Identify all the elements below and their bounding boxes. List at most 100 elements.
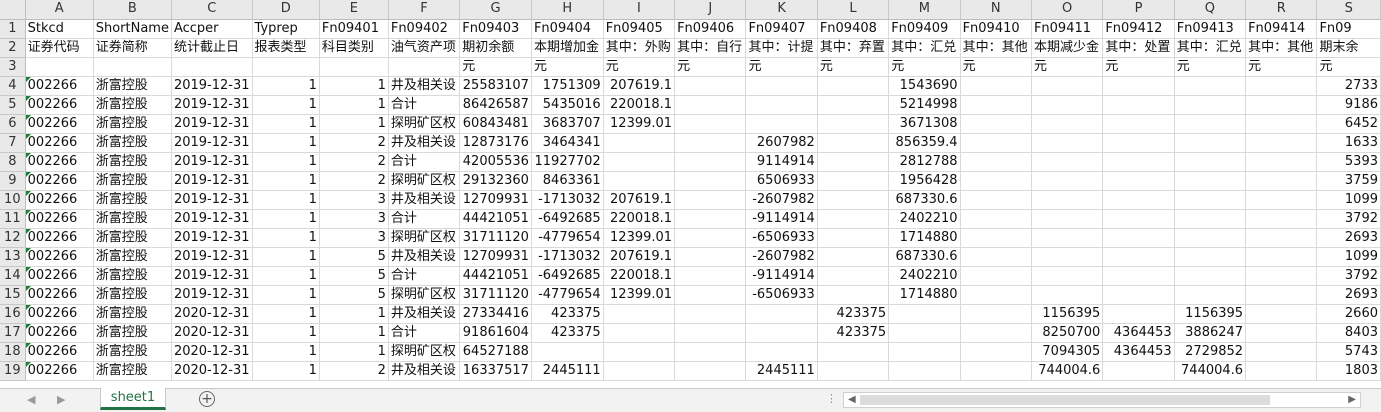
cell-p17[interactable]: 4364453 [1102,323,1175,343]
cell-m8[interactable]: 2812788 [888,152,961,172]
row-header[interactable]: 12 [0,228,26,248]
cell-i18[interactable] [603,342,676,362]
cell-p15[interactable] [1102,285,1175,305]
cell-i6[interactable]: 12399.01 [603,114,676,134]
cell-j5[interactable] [674,95,747,115]
cell-b9[interactable]: 浙富控股 [93,171,172,191]
cell-p13[interactable] [1102,247,1175,267]
cell-d17[interactable]: 1 [252,323,320,343]
cell-i19[interactable] [603,361,676,381]
cell-n9[interactable] [960,171,1032,191]
cell-o18[interactable]: 7094305 [1031,342,1104,362]
scroll-right-icon[interactable]: ▶ [1348,394,1356,405]
cell-r16[interactable] [1245,304,1318,324]
cell-d18[interactable]: 1 [252,342,320,362]
cell-d6[interactable]: 1 [252,114,320,134]
cell-f6[interactable]: 探明矿区权 [388,114,461,134]
cell-p7[interactable] [1102,133,1175,153]
cell-o1[interactable]: Fn09411 [1031,19,1104,39]
row-header[interactable]: 4 [0,76,26,96]
column-header-a[interactable]: A [25,0,94,20]
cell-g3[interactable]: 元 [459,57,532,77]
cell-l11[interactable] [817,209,890,229]
cell-s17[interactable]: 8403 [1316,323,1381,343]
cell-c7[interactable]: 2019-12-31 [171,133,253,153]
cell-d2[interactable]: 报表类型 [252,38,320,58]
cell-f4[interactable]: 井及相关设 [388,76,461,96]
cell-j12[interactable] [674,228,747,248]
cell-c3[interactable] [171,57,253,77]
cell-n8[interactable] [960,152,1032,172]
cell-s12[interactable]: 2693 [1316,228,1381,248]
cell-k10[interactable]: -2607982 [745,190,818,210]
cell-n7[interactable] [960,133,1032,153]
cell-g11[interactable]: 44421051 [459,209,532,229]
cell-a12[interactable]: 002266 [25,228,94,248]
cell-m7[interactable]: 856359.4 [888,133,961,153]
cell-j1[interactable]: Fn09406 [674,19,747,39]
row-header[interactable]: 14 [0,266,26,286]
cell-s8[interactable]: 5393 [1316,152,1381,172]
column-header-l[interactable]: L [817,0,890,20]
row-header[interactable]: 9 [0,171,26,191]
cell-a2[interactable]: 证券代码 [25,38,94,58]
cell-j11[interactable] [674,209,747,229]
cell-r10[interactable] [1245,190,1318,210]
cell-b5[interactable]: 浙富控股 [93,95,172,115]
cell-d8[interactable]: 1 [252,152,320,172]
cell-p16[interactable] [1102,304,1175,324]
cell-g15[interactable]: 31711120 [459,285,532,305]
cell-j7[interactable] [674,133,747,153]
cell-s15[interactable]: 2693 [1316,285,1381,305]
cell-q19[interactable]: 744004.6 [1174,361,1247,381]
prev-sheet-icon[interactable]: ◀ [27,393,35,406]
cell-s18[interactable]: 5743 [1316,342,1381,362]
cell-g17[interactable]: 91861604 [459,323,532,343]
cell-s3[interactable]: 元 [1316,57,1381,77]
cell-g10[interactable]: 12709931 [459,190,532,210]
cell-a5[interactable]: 002266 [25,95,94,115]
cell-n17[interactable] [960,323,1032,343]
cell-g13[interactable]: 12709931 [459,247,532,267]
cell-g9[interactable]: 29132360 [459,171,532,191]
cell-r9[interactable] [1245,171,1318,191]
cell-m5[interactable]: 5214998 [888,95,961,115]
row-header[interactable]: 3 [0,57,26,77]
cell-c15[interactable]: 2019-12-31 [171,285,253,305]
cell-l13[interactable] [817,247,890,267]
column-header-g[interactable]: G [459,0,532,20]
row-header[interactable]: 17 [0,323,26,343]
cell-i1[interactable]: Fn09405 [603,19,676,39]
cell-b8[interactable]: 浙富控股 [93,152,172,172]
cell-s13[interactable]: 1099 [1316,247,1381,267]
cell-m11[interactable]: 2402210 [888,209,961,229]
cell-m10[interactable]: 687330.6 [888,190,961,210]
cell-b16[interactable]: 浙富控股 [93,304,172,324]
column-header-n[interactable]: N [960,0,1032,20]
cell-d13[interactable]: 1 [252,247,320,267]
cell-h1[interactable]: Fn09404 [531,19,604,39]
cell-k15[interactable]: -6506933 [745,285,818,305]
cell-j9[interactable] [674,171,747,191]
cell-g2[interactable]: 期初余额 [459,38,532,58]
cell-g18[interactable]: 64527188 [459,342,532,362]
cell-e14[interactable]: 5 [319,266,389,286]
cell-a18[interactable]: 002266 [25,342,94,362]
cell-q17[interactable]: 3886247 [1174,323,1247,343]
cell-p5[interactable] [1102,95,1175,115]
cell-d10[interactable]: 1 [252,190,320,210]
cell-h4[interactable]: 1751309 [531,76,604,96]
cell-o14[interactable] [1031,266,1104,286]
cell-f8[interactable]: 合计 [388,152,461,172]
column-header-k[interactable]: K [745,0,818,20]
cell-b10[interactable]: 浙富控股 [93,190,172,210]
cell-a16[interactable]: 002266 [25,304,94,324]
cell-q12[interactable] [1174,228,1247,248]
column-header-p[interactable]: P [1102,0,1175,20]
cell-e4[interactable]: 1 [319,76,389,96]
cell-h9[interactable]: 8463361 [531,171,604,191]
cell-c16[interactable]: 2020-12-31 [171,304,253,324]
cell-i3[interactable]: 元 [603,57,676,77]
cell-e2[interactable]: 科目类别 [319,38,389,58]
cell-h17[interactable]: 423375 [531,323,604,343]
